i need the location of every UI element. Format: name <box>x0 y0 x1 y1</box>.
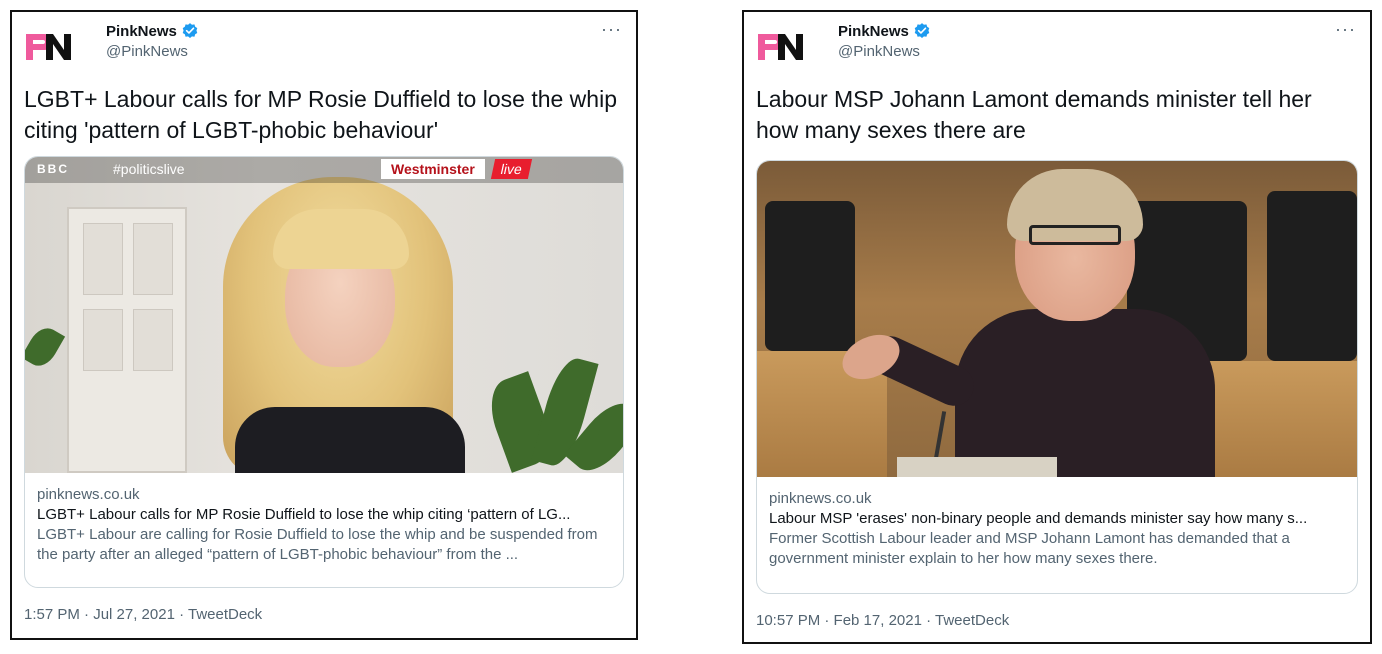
card-title: LGBT+ Labour calls for MP Rosie Duffield… <box>37 506 571 523</box>
tweet-header: PinkNews @PinkNews ··· <box>24 20 624 66</box>
link-card[interactable]: pinknews.co.uk Labour MSP 'erases' non-b… <box>756 160 1358 594</box>
account-name[interactable]: PinkNews <box>838 23 909 40</box>
verified-badge-icon <box>914 23 930 38</box>
account-name[interactable]: PinkNews <box>106 23 177 40</box>
location-label: Westminster <box>381 159 485 179</box>
card-title: Labour MSP 'erases' non-binary people an… <box>769 510 1308 527</box>
bbc-logo: BBC <box>37 162 69 176</box>
tweet-header: PinkNews @PinkNews ··· <box>756 20 1358 66</box>
video-thumbnail[interactable]: BBC #politicslive Westminster live <box>25 157 623 473</box>
pinknews-logo[interactable] <box>24 30 74 64</box>
card-meta: pinknews.co.uk Labour MSP 'erases' non-b… <box>769 489 1345 569</box>
article-image[interactable] <box>757 161 1357 477</box>
glasses <box>1029 225 1121 245</box>
account-handle[interactable]: @PinkNews <box>106 43 188 60</box>
card-meta: pinknews.co.uk LGBT+ Labour calls for MP… <box>37 485 611 565</box>
hashtag-label: #politicslive <box>113 161 185 177</box>
card-domain: pinknews.co.uk <box>37 486 140 503</box>
tweet-timestamp[interactable]: 1:57 PM · Jul 27, 2021 · TweetDeck <box>24 606 262 623</box>
card-description: LGBT+ Labour are calling for Rosie Duffi… <box>37 526 598 563</box>
tweet-text: LGBT+ Labour calls for MP Rosie Duffield… <box>24 86 617 143</box>
pinknews-logo[interactable] <box>756 30 806 64</box>
verified-badge-icon <box>182 23 198 38</box>
tweet-card[interactable]: PinkNews @PinkNews ··· LGBT+ Labour call… <box>10 10 638 640</box>
link-card[interactable]: BBC #politicslive Westminster live pinkn… <box>24 156 624 588</box>
live-badge: live <box>490 159 533 179</box>
card-domain: pinknews.co.uk <box>769 490 872 507</box>
more-options-icon[interactable]: ··· <box>601 20 622 38</box>
tweet-card[interactable]: PinkNews @PinkNews ··· Labour MSP Johann… <box>742 10 1372 644</box>
tweet-text: Labour MSP Johann Lamont demands ministe… <box>756 86 1312 143</box>
card-description: Former Scottish Labour leader and MSP Jo… <box>769 530 1290 567</box>
person-body <box>955 309 1215 477</box>
door-image <box>67 207 187 473</box>
chair-image <box>1267 191 1357 361</box>
more-options-icon[interactable]: ··· <box>1335 20 1356 38</box>
account-handle[interactable]: @PinkNews <box>838 43 920 60</box>
chair-image <box>765 201 855 351</box>
papers <box>897 457 1057 477</box>
person-bangs <box>273 209 409 269</box>
person-clothing <box>235 407 465 473</box>
tweet-timestamp[interactable]: 10:57 PM · Feb 17, 2021 · TweetDeck <box>756 612 1009 629</box>
